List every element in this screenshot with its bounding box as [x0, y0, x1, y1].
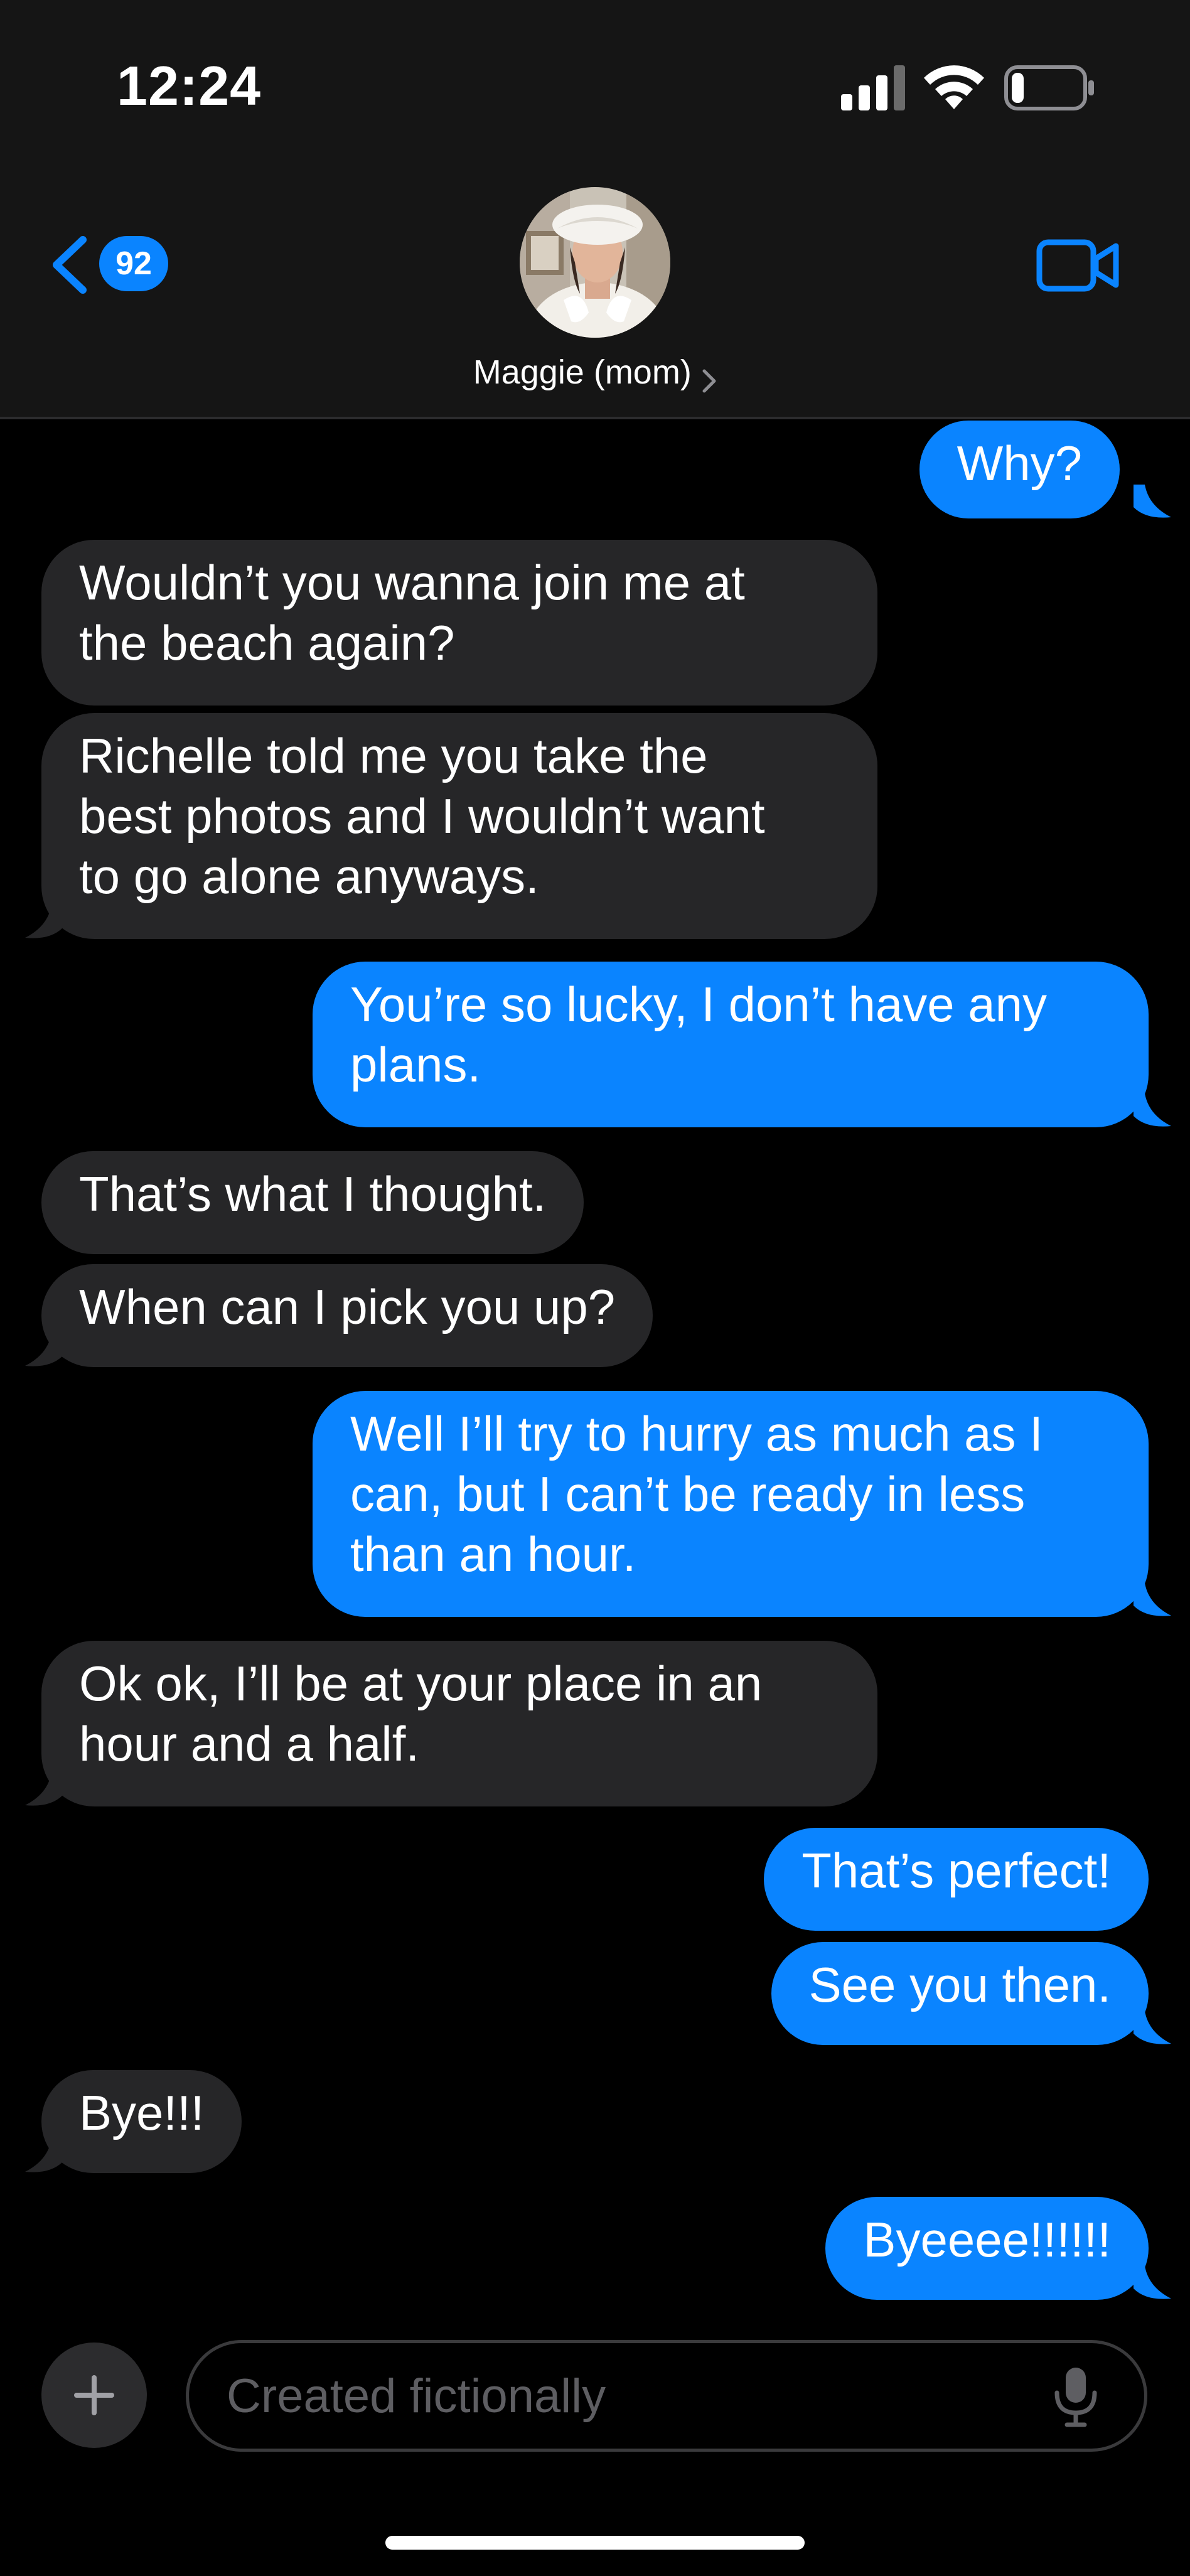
wifi-icon [924, 65, 984, 109]
sent-message-bubble[interactable]: Byeeee!!!!!! [825, 2197, 1149, 2300]
add-attachment-button[interactable] [41, 2343, 147, 2448]
status-time: 12:24 [117, 55, 262, 117]
battery-icon [1004, 65, 1094, 110]
chevron-left-icon [53, 236, 87, 294]
sent-message-bubble[interactable]: That’s perfect! [764, 1828, 1149, 1931]
avatar[interactable] [520, 187, 670, 338]
conversation-header: 92 Maggie (mom) [0, 157, 1190, 419]
home-indicator [385, 2536, 805, 2550]
received-bubble-tail [25, 1773, 63, 1806]
avatar-photo [520, 187, 670, 338]
sent-bubble-tail [1134, 2011, 1171, 2044]
received-bubble-tail [25, 2139, 63, 2172]
received-message-bubble[interactable]: Ok ok, I’ll be at your place in an hour … [41, 1641, 877, 1806]
received-message-bubble[interactable]: Wouldn’t you wanna join me at the beach … [41, 540, 877, 706]
sent-message-bubble[interactable]: Why? [919, 421, 1120, 518]
chevron-right-icon [702, 369, 716, 393]
sent-message-bubble[interactable]: You’re so lucky, I don’t have any plans. [313, 962, 1149, 1127]
sent-bubble-tail [1134, 2266, 1171, 2299]
sent-bubble-tail [1134, 1583, 1171, 1616]
received-message-bubble[interactable]: Bye!!! [41, 2070, 242, 2173]
sent-bubble-tail [1134, 485, 1171, 518]
status-bar: 12:24 [0, 0, 1190, 157]
sent-bubble-tail [1134, 1093, 1171, 1127]
received-message-bubble[interactable]: Richelle told me you take the best photo… [41, 713, 877, 939]
sent-message-bubble[interactable]: Well I’ll try to hurry as much as I can,… [313, 1391, 1149, 1617]
received-bubble-tail [25, 905, 63, 938]
unread-count-badge: 92 [99, 236, 168, 291]
sent-message-bubble[interactable]: See you then. [771, 1942, 1149, 2045]
contact-name-button[interactable]: Maggie (mom) [0, 353, 1190, 394]
microphone-icon[interactable] [1052, 2365, 1100, 2428]
message-input[interactable] [186, 2340, 1147, 2452]
video-camera-icon[interactable] [1036, 236, 1121, 295]
back-button[interactable]: 92 [48, 226, 173, 301]
contact-name: Maggie (mom) [473, 353, 692, 391]
received-message-bubble[interactable]: When can I pick you up? [41, 1264, 653, 1367]
received-bubble-tail [25, 1333, 63, 1366]
cellular-signal-icon [841, 65, 905, 110]
received-message-bubble[interactable]: That’s what I thought. [41, 1151, 584, 1254]
plus-icon [74, 2375, 114, 2415]
